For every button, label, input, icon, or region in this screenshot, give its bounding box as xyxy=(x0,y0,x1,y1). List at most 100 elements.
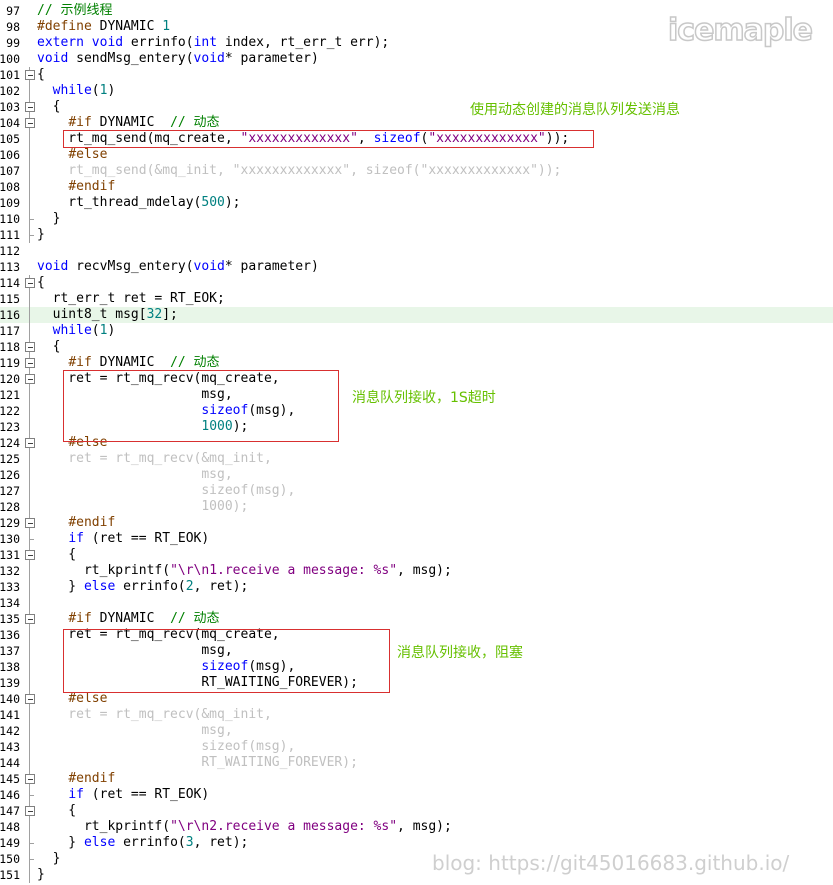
fold-toggle-icon[interactable] xyxy=(25,358,35,368)
code-line[interactable]: 107 rt_mq_send(&mq_init, "xxxxxxxxxxxxx"… xyxy=(0,163,833,179)
code-text[interactable]: msg, xyxy=(37,723,232,739)
code-line[interactable]: 111} xyxy=(0,227,833,243)
code-text[interactable]: extern void errinfo(int index, rt_err_t … xyxy=(37,35,389,51)
code-line[interactable]: 129 #endif xyxy=(0,515,833,531)
code-line[interactable]: 126 msg, xyxy=(0,467,833,483)
code-line[interactable]: 135 #if DYNAMIC // 动态 xyxy=(0,611,833,627)
code-text[interactable]: { xyxy=(37,547,76,563)
code-line[interactable]: 117 while(1) xyxy=(0,323,833,339)
code-text[interactable]: sizeof(msg), xyxy=(37,739,295,755)
code-line[interactable]: 149 } else errinfo(3, ret); xyxy=(0,835,833,851)
code-text[interactable]: while(1) xyxy=(37,83,116,99)
fold-toggle-icon[interactable] xyxy=(25,518,35,528)
code-text[interactable]: void sendMsg_entery(void* parameter) xyxy=(37,51,319,67)
fold-toggle-icon[interactable] xyxy=(25,278,35,288)
code-line[interactable]: 119 #if DYNAMIC // 动态 xyxy=(0,355,833,371)
code-line[interactable]: 118 { xyxy=(0,339,833,355)
code-line[interactable]: 147 { xyxy=(0,803,833,819)
code-text[interactable]: } xyxy=(37,851,61,867)
code-line[interactable]: 113 void recvMsg_entery(void* parameter) xyxy=(0,259,833,275)
code-line[interactable]: 100 void sendMsg_entery(void* parameter) xyxy=(0,51,833,67)
code-text[interactable]: RT_WAITING_FOREVER); xyxy=(37,755,358,771)
code-text[interactable]: #else xyxy=(37,147,107,163)
code-text[interactable]: } else errinfo(2, ret); xyxy=(37,579,248,595)
code-line[interactable]: 134 xyxy=(0,595,833,611)
fold-toggle-icon[interactable] xyxy=(25,550,35,560)
code-text[interactable]: { xyxy=(37,275,45,291)
code-line[interactable]: 112 xyxy=(0,243,833,259)
code-line[interactable]: 132 rt_kprintf("\r\n1.receive a message:… xyxy=(0,563,833,579)
code-text[interactable]: msg, xyxy=(37,467,232,483)
code-text[interactable]: } xyxy=(37,211,61,227)
line-number-text: 145 xyxy=(0,772,20,786)
code-line[interactable]: 115 rt_err_t ret = RT_EOK; xyxy=(0,291,833,307)
fold-toggle-icon[interactable] xyxy=(25,614,35,624)
code-line[interactable]: 130 if (ret == RT_EOK) xyxy=(0,531,833,547)
code-text[interactable]: if (ret == RT_EOK) xyxy=(37,531,209,547)
fold-toggle-icon[interactable] xyxy=(25,102,35,112)
code-text[interactable]: 1000); xyxy=(37,499,248,515)
code-line[interactable]: 108 #endif xyxy=(0,179,833,195)
code-text[interactable]: #if DYNAMIC // 动态 xyxy=(37,611,219,627)
code-line[interactable]: 144 RT_WAITING_FOREVER); xyxy=(0,755,833,771)
code-text[interactable]: } xyxy=(37,227,45,243)
code-text[interactable]: sizeof(msg), xyxy=(37,483,295,499)
code-text[interactable]: #endif xyxy=(37,771,115,787)
code-line[interactable]: 109 rt_thread_mdelay(500); xyxy=(0,195,833,211)
code-text[interactable]: #if DYNAMIC // 动态 xyxy=(37,115,219,131)
code-text[interactable]: ret = rt_mq_recv(&mq_init, xyxy=(37,451,272,467)
code-line[interactable]: 145 #endif xyxy=(0,771,833,787)
code-text[interactable]: rt_kprintf("\r\n1.receive a message: %s"… xyxy=(37,563,452,579)
code-line[interactable]: 125 ret = rt_mq_recv(&mq_init, xyxy=(0,451,833,467)
code-line[interactable]: 114 { xyxy=(0,275,833,291)
code-text[interactable]: rt_mq_send(&mq_init, "xxxxxxxxxxxxx", si… xyxy=(37,163,561,179)
code-line[interactable]: 141 ret = rt_mq_recv(&mq_init, xyxy=(0,707,833,723)
code-text[interactable]: #define DYNAMIC 1 xyxy=(37,19,170,35)
code-line[interactable]: 143 sizeof(msg), xyxy=(0,739,833,755)
fold-toggle-icon[interactable] xyxy=(25,70,35,80)
code-text[interactable]: void recvMsg_entery(void* parameter) xyxy=(37,259,319,275)
code-line[interactable]: 133 } else errinfo(2, ret); xyxy=(0,579,833,595)
code-text[interactable]: while(1) xyxy=(37,323,116,339)
code-line[interactable]: 101 { xyxy=(0,67,833,83)
code-text[interactable]: uint8_t msg[32]; xyxy=(37,307,178,323)
code-text[interactable]: } xyxy=(37,867,45,883)
code-token: * parameter) xyxy=(224,259,319,274)
code-text[interactable]: { xyxy=(37,99,61,115)
code-line[interactable]: 131 { xyxy=(0,547,833,563)
code-text[interactable]: { xyxy=(37,339,61,355)
code-line[interactable]: 140 #else xyxy=(0,691,833,707)
code-line[interactable]: 104 #if DYNAMIC // 动态 xyxy=(0,115,833,131)
code-line[interactable]: 110 } xyxy=(0,211,833,227)
code-text[interactable]: rt_kprintf("\r\n2.receive a message: %s"… xyxy=(37,819,452,835)
code-line[interactable]: 146 if (ret == RT_EOK) xyxy=(0,787,833,803)
code-line[interactable]: 128 1000); xyxy=(0,499,833,515)
code-text[interactable]: } else errinfo(3, ret); xyxy=(37,835,248,851)
fold-toggle-icon[interactable] xyxy=(25,806,35,816)
code-line[interactable]: 148 rt_kprintf("\r\n2.receive a message:… xyxy=(0,819,833,835)
code-line[interactable]: 116 uint8_t msg[32]; xyxy=(0,307,833,323)
code-text[interactable]: rt_thread_mdelay(500); xyxy=(37,195,240,211)
code-text[interactable]: ret = rt_mq_recv(&mq_init, xyxy=(37,707,272,723)
fold-toggle-icon[interactable] xyxy=(25,774,35,784)
fold-toggle-icon[interactable] xyxy=(25,118,35,128)
code-text[interactable]: #else xyxy=(37,691,107,707)
code-text[interactable]: #if DYNAMIC // 动态 xyxy=(37,355,219,371)
code-text[interactable]: if (ret == RT_EOK) xyxy=(37,787,209,803)
code-line[interactable]: 106 #else xyxy=(0,147,833,163)
code-text[interactable]: #endif xyxy=(37,515,115,531)
fold-toggle-icon[interactable] xyxy=(25,438,35,448)
code-line[interactable]: 142 msg, xyxy=(0,723,833,739)
fold-toggle-icon[interactable] xyxy=(25,694,35,704)
code-line[interactable]: 103 { xyxy=(0,99,833,115)
fold-toggle-icon[interactable] xyxy=(25,374,35,384)
code-text[interactable]: { xyxy=(37,803,76,819)
code-text[interactable]: #endif xyxy=(37,179,115,195)
code-text[interactable]: { xyxy=(37,67,45,83)
code-line[interactable]: 102 while(1) xyxy=(0,83,833,99)
code-text[interactable]: // 示例线程 xyxy=(37,3,112,19)
code-text[interactable]: rt_err_t ret = RT_EOK; xyxy=(37,291,225,307)
code-line[interactable]: 127 sizeof(msg), xyxy=(0,483,833,499)
fold-toggle-icon[interactable] xyxy=(25,342,35,352)
